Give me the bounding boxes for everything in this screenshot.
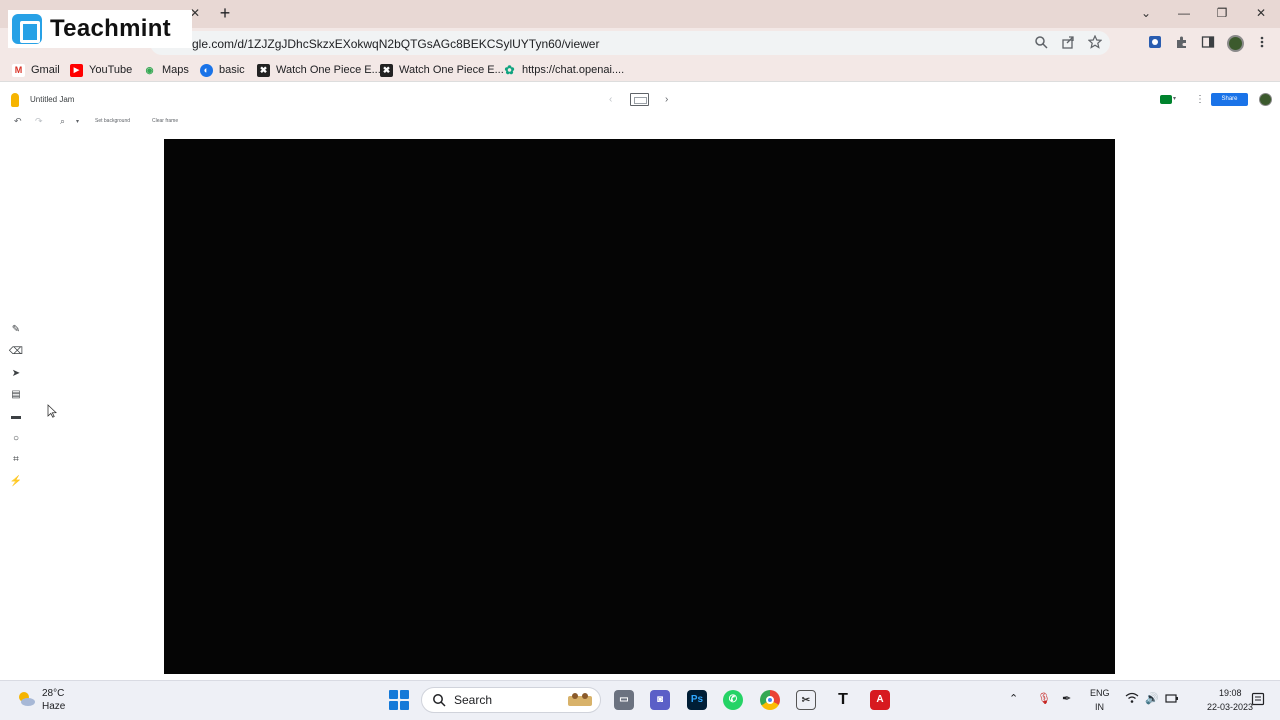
share-button[interactable]: Share: [1211, 93, 1248, 106]
clock-time[interactable]: 19:08: [1219, 688, 1242, 698]
wifi-icon[interactable]: [1125, 692, 1139, 707]
teachmint-mark-icon: [12, 14, 42, 44]
clear-frame-button[interactable]: Clear frame: [152, 118, 178, 124]
prev-frame-button[interactable]: ‹: [609, 94, 612, 105]
set-background-button[interactable]: Set background: [95, 118, 130, 124]
next-frame-button[interactable]: ›: [665, 94, 668, 105]
restore-button[interactable]: ❐: [1212, 4, 1232, 22]
jamboard-logo-icon[interactable]: [11, 93, 19, 107]
photoshop-icon[interactable]: Ps: [687, 690, 707, 710]
profile-avatar[interactable]: [1227, 35, 1244, 52]
add-image-tool[interactable]: ▬: [8, 409, 24, 425]
clock-date[interactable]: 22-03-2023: [1207, 702, 1253, 712]
basic-icon: ◐: [200, 63, 213, 77]
file-explorer-icon[interactable]: ▭: [614, 690, 634, 710]
undo-icon[interactable]: ↶: [14, 116, 22, 127]
search-icon: [433, 694, 446, 707]
jam-avatar[interactable]: [1259, 93, 1272, 106]
meet-dropdown-icon[interactable]: ▾: [1173, 95, 1176, 102]
bookmark-youtube[interactable]: ▶ YouTube: [70, 63, 132, 77]
weather-description[interactable]: Haze: [42, 701, 65, 712]
search-label: Search: [454, 693, 493, 707]
jam-subtoolbar: [0, 114, 1280, 130]
jam-canvas[interactable]: [164, 139, 1115, 674]
side-panel-icon[interactable]: [1200, 35, 1216, 51]
eraser-tool[interactable]: ⌫: [8, 344, 24, 360]
bookmarks-bar: [0, 58, 1280, 82]
share-page-icon[interactable]: [1060, 35, 1076, 51]
language-indicator[interactable]: ENG: [1090, 688, 1110, 698]
minimize-button[interactable]: —: [1174, 4, 1194, 22]
zoom-tool-icon[interactable]: ⌕: [60, 116, 65, 127]
pen-menu-icon[interactable]: ✒: [1062, 692, 1071, 705]
mouse-cursor-icon: [47, 404, 57, 418]
meet-icon[interactable]: [1160, 95, 1172, 104]
onepiece-icon: ✖: [380, 63, 393, 77]
gmail-icon: M: [12, 63, 25, 77]
address-bar-url[interactable]: gle.com/d/1ZJZgJDhcSkzxEXokwqN2bQTGsAGc8…: [192, 37, 599, 51]
extension-icon[interactable]: [1147, 35, 1163, 51]
bookmark-one-piece-1[interactable]: ✖ Watch One Piece E...: [257, 63, 381, 77]
chrome-icon[interactable]: [760, 690, 780, 710]
whatsapp-icon[interactable]: ✆: [723, 690, 743, 710]
browser-menu-icon[interactable]: [1254, 35, 1270, 51]
microphone-icon[interactable]: 🎙: [1037, 692, 1051, 705]
jam-title[interactable]: Untitled Jam: [30, 95, 74, 104]
notifications-icon[interactable]: [1251, 692, 1265, 709]
search-highlight-icon[interactable]: [566, 690, 594, 708]
frame-bar-icon[interactable]: [630, 93, 649, 106]
circle-tool[interactable]: ○: [8, 431, 24, 447]
language-region[interactable]: IN: [1095, 702, 1104, 712]
new-tab-button[interactable]: +: [216, 3, 234, 23]
tab-search-button[interactable]: ⌄: [1136, 4, 1156, 22]
teams-chat-icon[interactable]: ◙: [650, 690, 670, 710]
tray-overflow-icon[interactable]: ⌃: [1009, 692, 1018, 705]
onepiece-icon: ✖: [257, 63, 270, 77]
weather-temperature[interactable]: 28°C: [42, 688, 64, 699]
maps-icon: ◉: [145, 64, 154, 75]
bookmark-chat-openai[interactable]: ✿ https://chat.openai....: [503, 63, 624, 77]
more-options-icon[interactable]: ⋮: [1195, 94, 1205, 105]
battery-icon[interactable]: [1165, 692, 1179, 707]
teachmint-logo: Teachmint: [8, 10, 192, 48]
bookmark-maps[interactable]: ◉ Maps: [143, 63, 189, 77]
teachmint-app-icon[interactable]: T: [833, 690, 853, 710]
windows-taskbar: [0, 680, 1280, 720]
close-window-button[interactable]: ✕: [1251, 4, 1271, 22]
sticky-note-tool[interactable]: ▤: [8, 387, 24, 403]
youtube-icon: ▶: [70, 63, 83, 77]
openai-icon: ✿: [504, 62, 515, 77]
bookmark-one-piece-2[interactable]: ✖ Watch One Piece E...: [380, 63, 504, 77]
redo-icon[interactable]: ↷: [35, 116, 43, 127]
text-box-tool[interactable]: ⌗: [8, 452, 24, 468]
acrobat-icon[interactable]: A: [870, 690, 890, 710]
pen-tool[interactable]: ✎: [8, 322, 24, 338]
start-button[interactable]: [389, 690, 409, 710]
laser-tool[interactable]: ⚡: [8, 474, 24, 490]
bookmark-gmail[interactable]: M Gmail: [12, 63, 60, 77]
volume-icon[interactable]: 🔊: [1145, 692, 1159, 705]
zoom-icon[interactable]: [1033, 35, 1049, 51]
weather-haze-icon[interactable]: [16, 690, 36, 708]
extensions-puzzle-icon[interactable]: [1174, 35, 1190, 51]
snipping-tool-icon[interactable]: ✂: [796, 690, 816, 710]
zoom-dropdown-icon[interactable]: ▾: [76, 118, 79, 125]
bookmark-basic[interactable]: ◐ basic: [200, 63, 245, 77]
select-tool[interactable]: ➤: [8, 366, 24, 382]
bookmark-star-icon[interactable]: [1087, 34, 1103, 51]
